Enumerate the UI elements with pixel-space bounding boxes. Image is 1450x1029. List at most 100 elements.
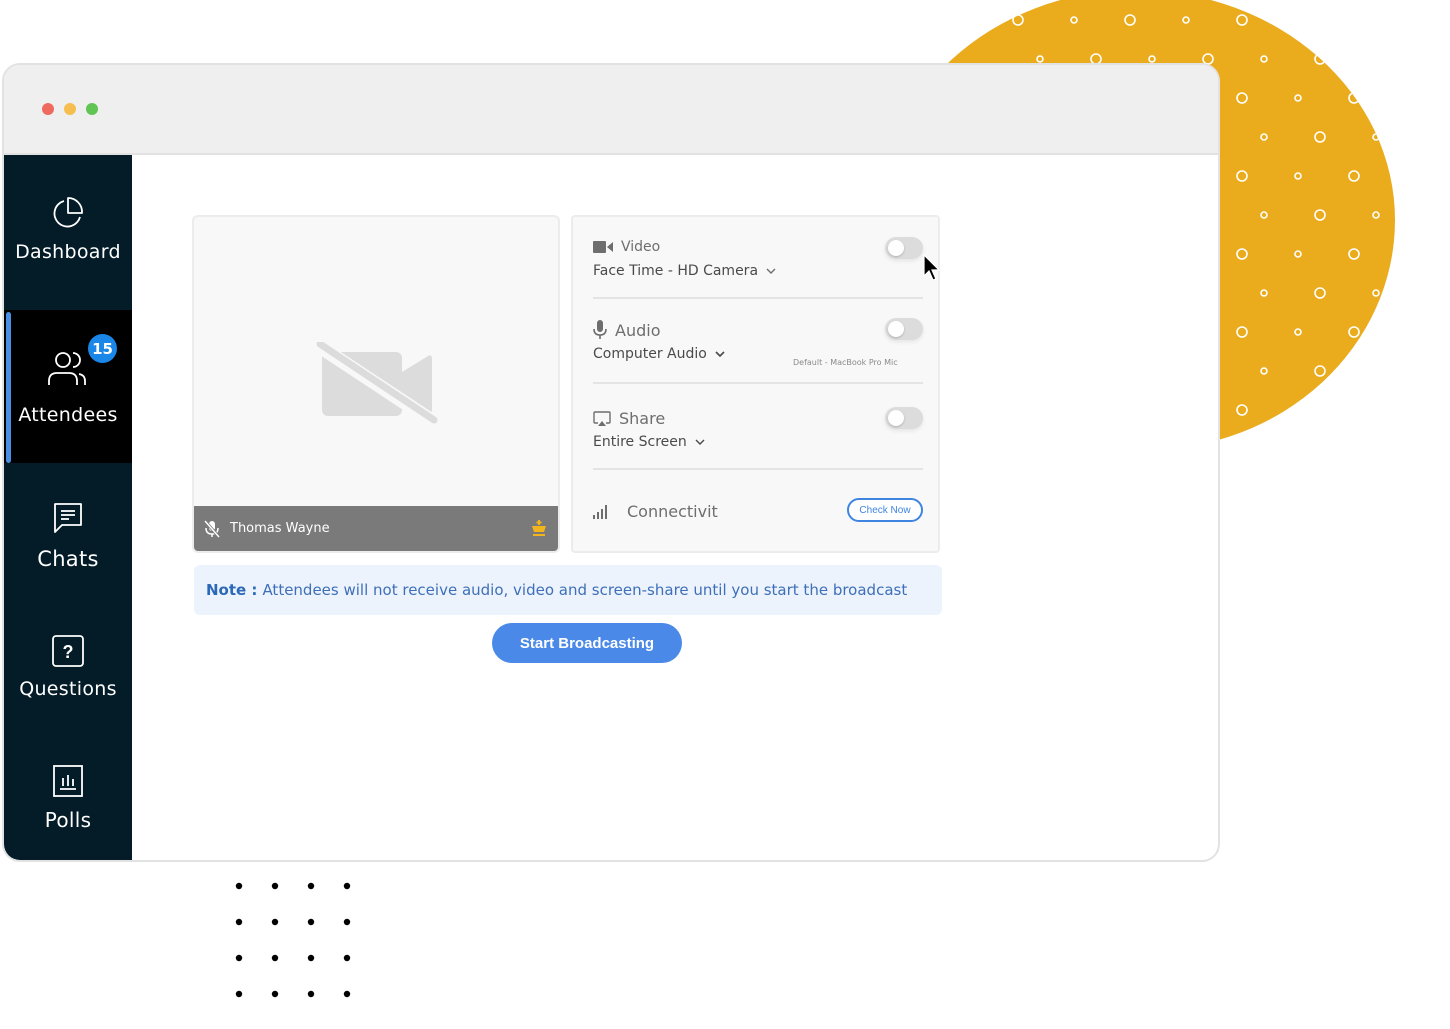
blob-dot: [1182, 16, 1190, 24]
grid-dot: [343, 954, 351, 962]
start-broadcasting-button[interactable]: Start Broadcasting: [492, 623, 682, 663]
blob-dot: [1260, 367, 1268, 375]
video-toggle[interactable]: [885, 237, 923, 259]
share-source-value: Entire Screen: [593, 434, 687, 450]
poll-icon: [53, 765, 83, 797]
blob-dot: [1348, 170, 1360, 182]
pie-chart-icon: [53, 197, 83, 228]
blob-dot: [1314, 365, 1326, 377]
audio-sub-device: Default - MacBook Pro Mic: [793, 358, 898, 367]
blob-dot: [1348, 248, 1360, 260]
attendees-count-badge: 15: [88, 334, 117, 363]
blob-dot: [1148, 55, 1156, 63]
audio-toggle[interactable]: [885, 318, 923, 340]
chevron-down-icon: [695, 439, 705, 445]
maximize-window-button[interactable]: [86, 103, 98, 115]
video-setting: Video Face Time - HD Camera: [593, 237, 923, 279]
video-preview: Thomas Wayne: [192, 215, 560, 553]
blob-dot: [1012, 14, 1024, 26]
users-icon: [48, 352, 86, 385]
connectivity-title: Connectivit: [627, 502, 718, 521]
sidebar-item-dashboard[interactable]: Dashboard: [4, 155, 132, 310]
blob-dot: [1036, 55, 1044, 63]
grid-dot: [343, 918, 351, 926]
grid-dot: [271, 918, 279, 926]
blob-dot: [1260, 55, 1268, 63]
sidebar-item-label: Questions: [19, 678, 117, 700]
blob-dot: [1372, 55, 1380, 63]
blob-dot: [1294, 172, 1302, 180]
blob-dot: [1314, 131, 1326, 143]
blob-dot: [1294, 328, 1302, 336]
close-window-button[interactable]: [42, 103, 54, 115]
signal-strength-icon: [593, 504, 607, 519]
blob-dot: [1348, 404, 1360, 416]
blob-dot: [1294, 406, 1302, 414]
mic-muted-icon[interactable]: [204, 519, 220, 538]
blob-dot: [1372, 211, 1380, 219]
question-icon: ?: [52, 635, 84, 667]
sidebar-item-label: Chats: [37, 547, 99, 571]
grid-dot: [271, 954, 279, 962]
svg-text:?: ?: [63, 642, 74, 662]
sidebar-item-chats[interactable]: Chats: [4, 463, 132, 598]
blob-dot: [1070, 16, 1078, 24]
video-title: Video: [621, 239, 661, 255]
share-toggle[interactable]: [885, 407, 923, 429]
blob-dot: [1348, 326, 1360, 338]
blob-dot: [1294, 250, 1302, 258]
sidebar-item-label: Dashboard: [15, 241, 121, 263]
blob-dot: [1236, 92, 1248, 104]
blob-dot: [1236, 170, 1248, 182]
share-setting: Share Entire Screen: [593, 407, 923, 450]
sidebar-item-questions[interactable]: ? Questions: [4, 598, 132, 728]
blob-dot: [1372, 289, 1380, 297]
check-now-button[interactable]: Check Now: [847, 498, 923, 522]
blob-dot: [1260, 289, 1268, 297]
divider: [593, 468, 923, 470]
minimize-window-button[interactable]: [64, 103, 76, 115]
grid-dot: [271, 882, 279, 890]
grid-dot: [307, 954, 315, 962]
blob-dot: [1372, 367, 1380, 375]
blob-dot: [1236, 404, 1248, 416]
blob-dot: [1314, 53, 1326, 65]
blob-dot: [1236, 248, 1248, 260]
blob-dot: [1294, 94, 1302, 102]
blob-dot: [1260, 211, 1268, 219]
sidebar-item-label: Attendees: [18, 404, 118, 426]
share-source-select[interactable]: Entire Screen: [593, 434, 923, 450]
toggle-knob: [888, 240, 904, 256]
blob-dot: [1236, 14, 1248, 26]
grid-dot: [307, 918, 315, 926]
audio-device-value: Computer Audio: [593, 346, 707, 362]
blob-dot: [1294, 16, 1302, 24]
grid-dot: [343, 882, 351, 890]
camera-off-icon: [314, 342, 438, 426]
broadcast-note: Note : Attendees will not receive audio,…: [194, 565, 942, 615]
chevron-down-icon: [766, 268, 776, 274]
audio-setting: Audio Computer Audio Default - MacBook P…: [593, 318, 923, 367]
video-device-select[interactable]: Face Time - HD Camera: [593, 263, 923, 279]
sidebar-item-label: Polls: [44, 808, 92, 832]
grid-dot: [307, 990, 315, 998]
toggle-knob: [888, 321, 904, 337]
blob-dot: [1372, 133, 1380, 141]
grid-dot: [343, 990, 351, 998]
audio-title: Audio: [615, 320, 661, 340]
blob-dot: [1236, 326, 1248, 338]
blob-dot: [1124, 14, 1136, 26]
participant-bar: Thomas Wayne: [194, 506, 558, 551]
blob-dot: [1260, 133, 1268, 141]
grid-dot: [235, 882, 243, 890]
blob-dot: [1348, 14, 1360, 26]
sidebar-item-polls[interactable]: Polls: [4, 728, 132, 860]
chat-icon: [54, 503, 82, 533]
sidebar-item-attendees[interactable]: 15 Attendees: [4, 310, 132, 463]
grid-dot: [235, 918, 243, 926]
title-bar: [4, 65, 1218, 155]
grid-dot: [235, 954, 243, 962]
app-window: Dashboard 15 Attendees Chats ? Questions…: [2, 63, 1220, 862]
note-label: Note :: [206, 581, 258, 599]
media-settings-panel: Video Face Time - HD Camera Audio Comput…: [571, 215, 940, 553]
